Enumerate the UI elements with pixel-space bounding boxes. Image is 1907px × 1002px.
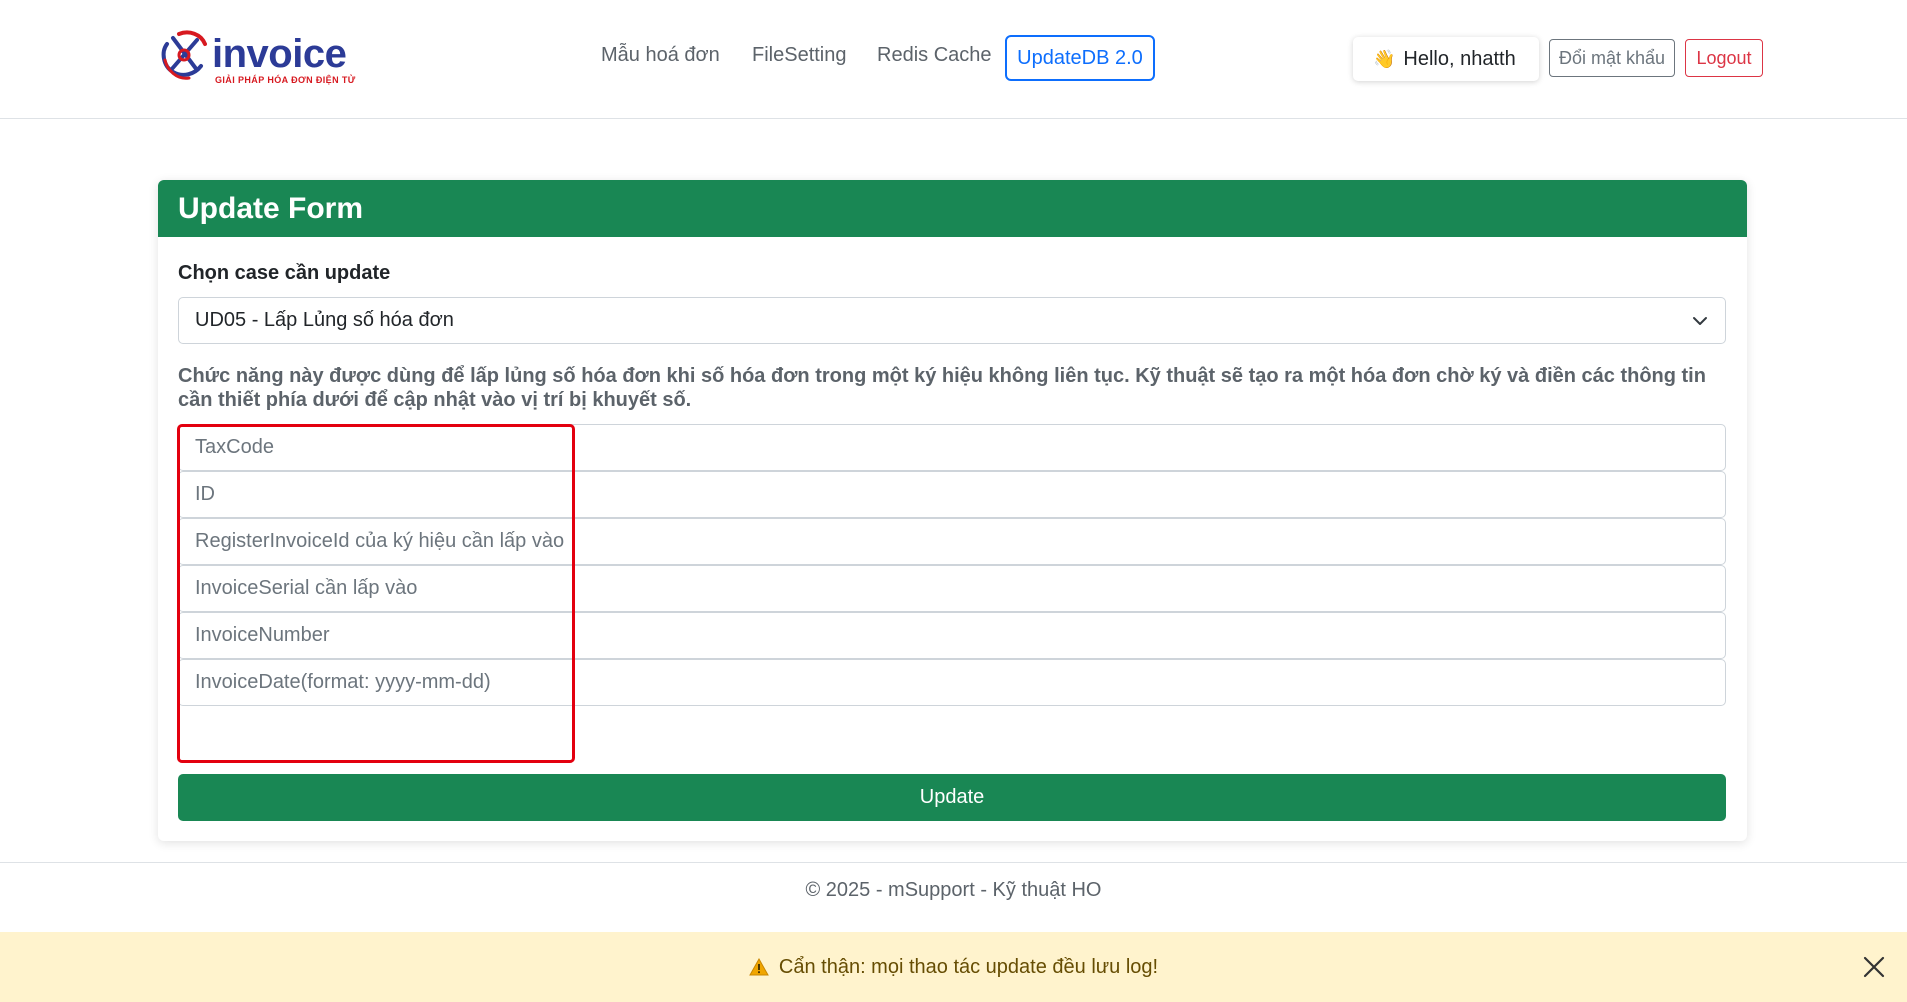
nav-item-filesetting[interactable]: FileSetting — [752, 44, 847, 67]
case-select-label: Chọn case cần update — [178, 262, 391, 284]
greeting-text: Hello, nhatth — [1403, 47, 1516, 70]
invoice-number-input[interactable]: InvoiceNumber — [178, 612, 1726, 659]
close-icon[interactable] — [1861, 954, 1887, 980]
change-password-button[interactable]: Đổi mật khẩu — [1549, 39, 1675, 77]
id-input[interactable]: ID — [178, 471, 1726, 518]
case-select[interactable]: UD05 - Lấp Lủng số hóa đơn — [178, 297, 1726, 344]
register-invoice-id-input[interactable]: RegisterInvoiceId của ký hiệu cần lấp và… — [178, 518, 1726, 565]
update-form-card: Update Form Chọn case cần update UD05 - … — [158, 180, 1747, 841]
chevron-down-icon — [1693, 317, 1707, 325]
nav-item-updatedb-active[interactable]: UpdateDB 2.0 — [1005, 35, 1155, 81]
taxcode-input[interactable]: TaxCode — [178, 424, 1726, 471]
waving-hand-icon: 👋 — [1373, 48, 1396, 69]
page-footer: © 2025 - mSupport - Kỹ thuật HO — [0, 862, 1907, 932]
nav-item-mau-hoa-don[interactable]: Mẫu hoá đơn — [601, 44, 720, 67]
footer-text: © 2025 - mSupport - Kỹ thuật HO — [805, 879, 1102, 901]
alert-text: Cẩn thận: mọi thao tác update đều lưu lo… — [778, 955, 1159, 978]
invoice-serial-input[interactable]: InvoiceSerial cần lấp vào — [178, 565, 1726, 612]
case-description: Chức năng này được dùng để lấp lủng số h… — [178, 365, 1706, 411]
nav-item-redis-cache[interactable]: Redis Cache — [877, 44, 992, 67]
case-select-value: UD05 - Lấp Lủng số hóa đơn — [195, 309, 454, 331]
logout-button[interactable]: Logout — [1685, 39, 1763, 77]
invoice-date-input[interactable]: InvoiceDate(format: yyyy-mm-dd) — [178, 659, 1726, 706]
update-button[interactable]: Update — [178, 774, 1726, 821]
warning-icon — [749, 958, 769, 976]
user-greeting: 👋 Hello, nhatth — [1353, 37, 1539, 81]
card-title: Update Form — [158, 180, 1747, 237]
top-navbar: invoice GIẢI PHÁP HÓA ĐƠN ĐIỆN TỬ Mẫu ho… — [0, 0, 1907, 119]
warning-alert: Cẩn thận: mọi thao tác update đều lưu lo… — [0, 932, 1907, 1002]
